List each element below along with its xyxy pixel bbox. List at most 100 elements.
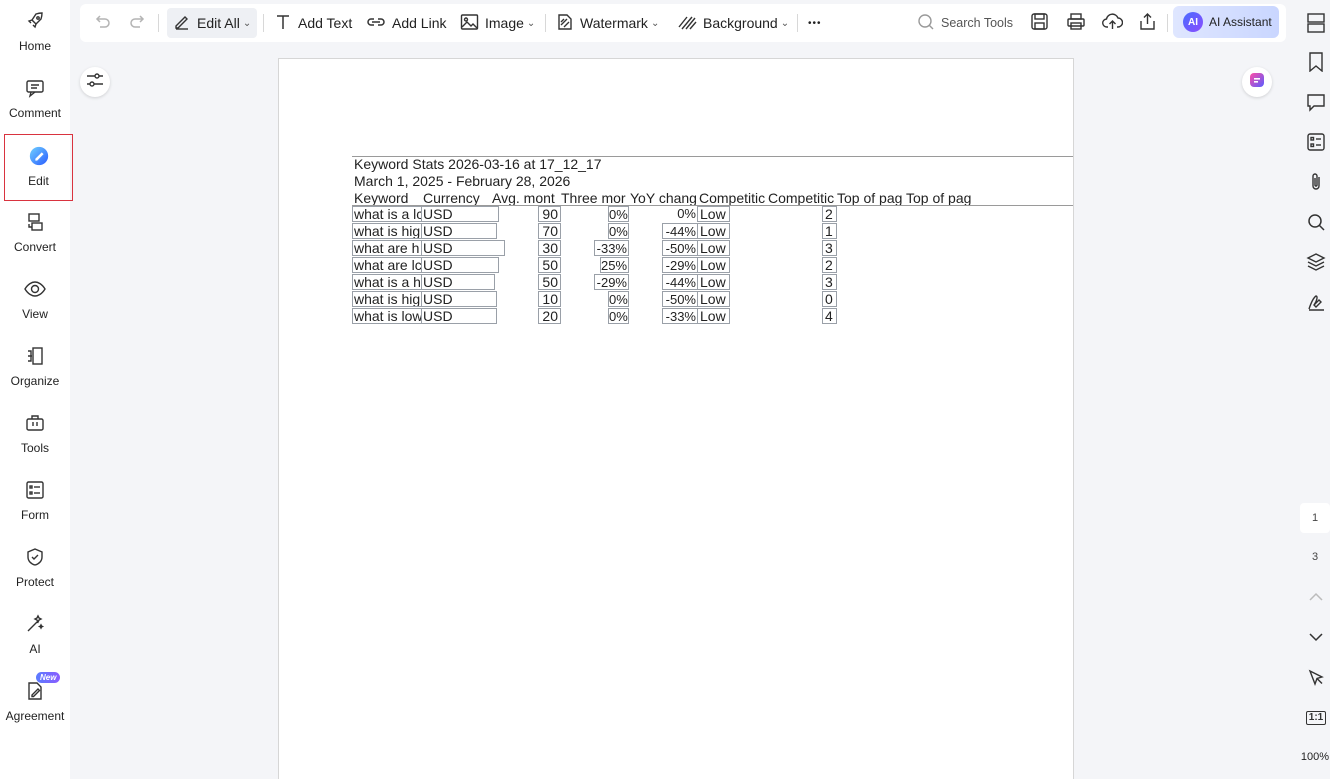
actual-size-icon: 1:1 xyxy=(1305,711,1327,725)
select-cursor-icon[interactable] xyxy=(1305,667,1327,689)
competition-cell: Low xyxy=(697,274,730,290)
attachment-icon[interactable] xyxy=(1305,171,1327,193)
layout-icon[interactable] xyxy=(1305,12,1327,34)
search-tools-label: Search Tools xyxy=(941,16,1014,30)
currency-cell: USD xyxy=(421,223,497,239)
floating-assistant-button[interactable] xyxy=(1242,67,1272,97)
chevron-down-icon[interactable] xyxy=(1305,626,1327,648)
sidebar-item-label: Form xyxy=(21,508,49,522)
avg-searches-cell: 50 xyxy=(538,274,561,290)
keyword-cell: what is low xyxy=(352,308,422,324)
adjust-settings-button[interactable] xyxy=(80,67,110,97)
sidebar-item-comment[interactable]: Comment xyxy=(0,67,70,131)
currency-cell: USD xyxy=(421,206,499,222)
sidebar-item-organize[interactable]: Organize xyxy=(0,335,70,399)
three-month-change-cell: 0% xyxy=(608,308,629,324)
layers-icon[interactable] xyxy=(1305,251,1327,273)
save-button[interactable] xyxy=(1030,8,1049,38)
sidebar-item-home[interactable]: Home xyxy=(0,0,70,64)
competition-index-cell: 0 xyxy=(822,291,837,307)
link-icon xyxy=(366,13,386,34)
keyword-cell: what are h xyxy=(352,240,422,256)
current-page-number[interactable]: 1 xyxy=(1300,503,1330,533)
divider xyxy=(545,14,546,32)
divider xyxy=(158,14,159,32)
keyword-cell: what is hig xyxy=(352,291,422,307)
competition-cell: Low xyxy=(697,257,730,273)
background-icon xyxy=(677,13,697,34)
text-icon xyxy=(274,13,292,34)
search-icon[interactable] xyxy=(1305,211,1327,233)
edit-all-button[interactable]: Edit All ⌄ xyxy=(167,8,258,38)
app-logo-icon xyxy=(1248,71,1266,94)
competition-index-cell: 1 xyxy=(822,223,837,239)
currency-cell: USD xyxy=(421,291,497,307)
redo-button[interactable] xyxy=(128,8,148,38)
yoy-change-cell: -50% xyxy=(662,291,698,307)
sliders-icon xyxy=(86,72,104,93)
yoy-change-cell: -44% xyxy=(662,223,698,239)
background-button[interactable]: Background ⌄ xyxy=(677,8,789,38)
competition-cell: Low xyxy=(697,206,730,222)
yoy-change-cell: -50% xyxy=(662,240,698,256)
image-button[interactable]: Image ⌄ xyxy=(460,8,535,38)
watermark-icon xyxy=(556,13,574,34)
comment-icon[interactable] xyxy=(1305,91,1327,113)
yoy-change-cell: -44% xyxy=(662,274,698,290)
agreement-icon xyxy=(24,680,46,702)
print-button[interactable] xyxy=(1066,8,1086,38)
new-badge: New xyxy=(36,672,61,683)
bookmark-icon[interactable] xyxy=(1305,51,1327,73)
sidebar-item-label: Home xyxy=(18,39,51,53)
search-tools-button[interactable]: Search Tools xyxy=(917,8,1013,38)
sidebar-item-agreement[interactable]: New Agreement xyxy=(0,670,70,734)
sidebar-item-view[interactable]: View xyxy=(0,268,70,332)
upload-cloud-button[interactable] xyxy=(1102,8,1124,38)
chevron-down-icon: ⌄ xyxy=(526,17,536,29)
yoy-change-cell: -33% xyxy=(662,308,698,324)
sidebar-item-convert[interactable]: Convert xyxy=(0,201,70,265)
ai-assistant-button[interactable]: AI AI Assistant xyxy=(1173,6,1279,38)
watermark-button[interactable]: Watermark ⌄ xyxy=(556,8,659,38)
currency-cell: USD xyxy=(421,274,495,290)
sidebar-item-tools[interactable]: Tools xyxy=(0,402,70,466)
three-month-change-cell: 0% xyxy=(608,206,629,222)
chevron-down-icon: ⌄ xyxy=(650,17,660,29)
undo-button[interactable] xyxy=(92,8,112,38)
sidebar-item-form[interactable]: Form xyxy=(0,469,70,533)
print-icon xyxy=(1066,12,1086,34)
share-button[interactable] xyxy=(1138,8,1157,38)
three-month-change-cell: -29% xyxy=(594,274,629,290)
chevron-up-icon[interactable] xyxy=(1305,586,1327,608)
competition-index-cell: 2 xyxy=(822,206,837,222)
save-icon xyxy=(1030,12,1049,34)
more-button[interactable]: ••• xyxy=(808,8,822,38)
avg-searches-cell: 70 xyxy=(538,223,561,239)
competition-index-cell: 3 xyxy=(822,274,837,290)
sidebar-item-label: Comment xyxy=(8,106,61,120)
currency-cell: USD xyxy=(421,240,505,256)
avg-searches-cell: 30 xyxy=(538,240,561,256)
sidebar-item-label: AI xyxy=(29,642,41,656)
actual-size-button[interactable]: 1:1 xyxy=(1305,707,1327,729)
yoy-change-cell: 0% xyxy=(677,206,696,221)
add-link-button[interactable]: Add Link xyxy=(366,8,446,38)
sidebar-item-label: Agreement xyxy=(5,709,65,723)
three-month-change-cell: -33% xyxy=(594,240,629,256)
shield-icon xyxy=(24,546,46,568)
document-page: Keyword Stats 2026-03-16 at 17_12_17 Mar… xyxy=(278,58,1074,779)
zoom-level[interactable]: 100% xyxy=(1300,751,1330,763)
magic-wand-icon xyxy=(24,613,46,635)
keyword-cell: what is hig xyxy=(352,223,422,239)
edit-all-label: Edit All xyxy=(197,15,240,31)
sidebar-item-label: Edit xyxy=(28,174,49,188)
eye-icon xyxy=(24,278,46,300)
sidebar-item-ai[interactable]: AI xyxy=(0,603,70,667)
right-sidebar: 1 3 1:1 100% xyxy=(1300,0,1330,779)
form-fields-icon[interactable] xyxy=(1305,131,1327,153)
sidebar-item-protect[interactable]: Protect xyxy=(0,536,70,600)
left-sidebar: Home Comment Edit Convert View Organize xyxy=(0,0,73,779)
signature-icon[interactable] xyxy=(1305,291,1327,313)
add-text-button[interactable]: Add Text xyxy=(274,8,352,38)
sidebar-item-edit[interactable]: Edit xyxy=(4,134,73,201)
